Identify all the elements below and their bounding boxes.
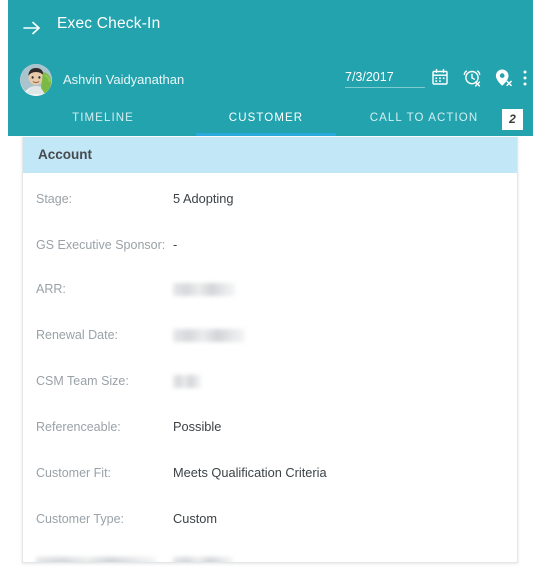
title-row: Exec Check-In (8, 0, 533, 57)
redacted-value (173, 329, 245, 343)
user-name: Ashvin Vaidyanathan (63, 72, 185, 87)
tab-bar: TIMELINE CUSTOMER CALL TO ACTION 2 (8, 105, 533, 136)
tab-call-to-action-label: CALL TO ACTION (369, 112, 479, 124)
redacted-label (36, 557, 156, 562)
avatar[interactable] (20, 64, 52, 96)
field-row-customer-fit: Customer Fit: Meets Qualification Criter… (23, 465, 517, 489)
field-row-arr: ARR: (23, 281, 517, 305)
tab-call-to-action[interactable]: CALL TO ACTION (360, 105, 488, 136)
field-label: Renewal Date: (36, 328, 118, 342)
tab-customer-label: CUSTOMER (228, 112, 304, 124)
page-title: Exec Check-In (57, 15, 161, 32)
field-row-gs-executive-sponsor: GS Executive Sponsor: - (23, 237, 517, 261)
field-value (173, 327, 517, 343)
field-value: 5 Adopting (173, 191, 234, 206)
active-tab-indicator (196, 133, 336, 136)
more-vertical-icon[interactable] (519, 68, 531, 88)
field-row-renewal-date: Renewal Date: (23, 327, 517, 351)
field-label: Customer Type: (36, 512, 125, 526)
field-label: Customer Fit: (36, 466, 112, 480)
field-value (173, 281, 517, 297)
alarm-off-icon[interactable] (463, 68, 483, 88)
account-fields-list: Stage: 5 Adopting GS Executive Sponsor: … (23, 173, 517, 562)
field-value: - (173, 237, 178, 252)
field-label: CSM Team Size: (36, 374, 129, 388)
date-field[interactable]: 7/3/2017 (345, 70, 425, 88)
tab-timeline[interactable]: TIMELINE (33, 105, 173, 136)
redacted-value (173, 283, 235, 297)
field-label: Referenceable: (36, 420, 121, 434)
account-card: Account Stage: 5 Adopting GS Executive S… (22, 137, 518, 563)
field-value: Custom (173, 511, 218, 526)
field-label (36, 557, 173, 562)
tab-timeline-label: TIMELINE (72, 112, 134, 124)
card-title: Account (38, 147, 92, 162)
field-row-customer-type: Customer Type: Custom (23, 511, 517, 535)
tab-customer[interactable]: CUSTOMER (196, 105, 336, 136)
redacted-value (173, 375, 201, 389)
field-row-referenceable: Referenceable: Possible (23, 419, 517, 443)
field-row-redacted (23, 557, 517, 562)
calendar-icon[interactable] (431, 68, 451, 88)
field-value: Meets Qualification Criteria (173, 465, 327, 480)
field-value: Possible (173, 419, 222, 434)
redacted-value (173, 557, 233, 562)
field-label: GS Executive Sponsor: (36, 238, 166, 252)
app-header: Exec Check-In Ashvin Vaidyanathan 7/3/20… (8, 0, 533, 136)
card-header: Account (23, 137, 517, 173)
field-label: Stage: (36, 192, 73, 206)
field-value (173, 373, 517, 389)
field-label: ARR: (36, 282, 66, 296)
user-row: Ashvin Vaidyanathan 7/3/2017 (8, 57, 533, 105)
call-to-action-count-badge[interactable]: 2 (502, 109, 523, 130)
field-row-csm-team-size: CSM Team Size: (23, 373, 517, 397)
arrow-right-icon[interactable] (20, 17, 44, 39)
field-value (173, 557, 517, 562)
pin-off-icon[interactable] (494, 68, 514, 88)
field-row-stage: Stage: 5 Adopting (23, 191, 517, 215)
